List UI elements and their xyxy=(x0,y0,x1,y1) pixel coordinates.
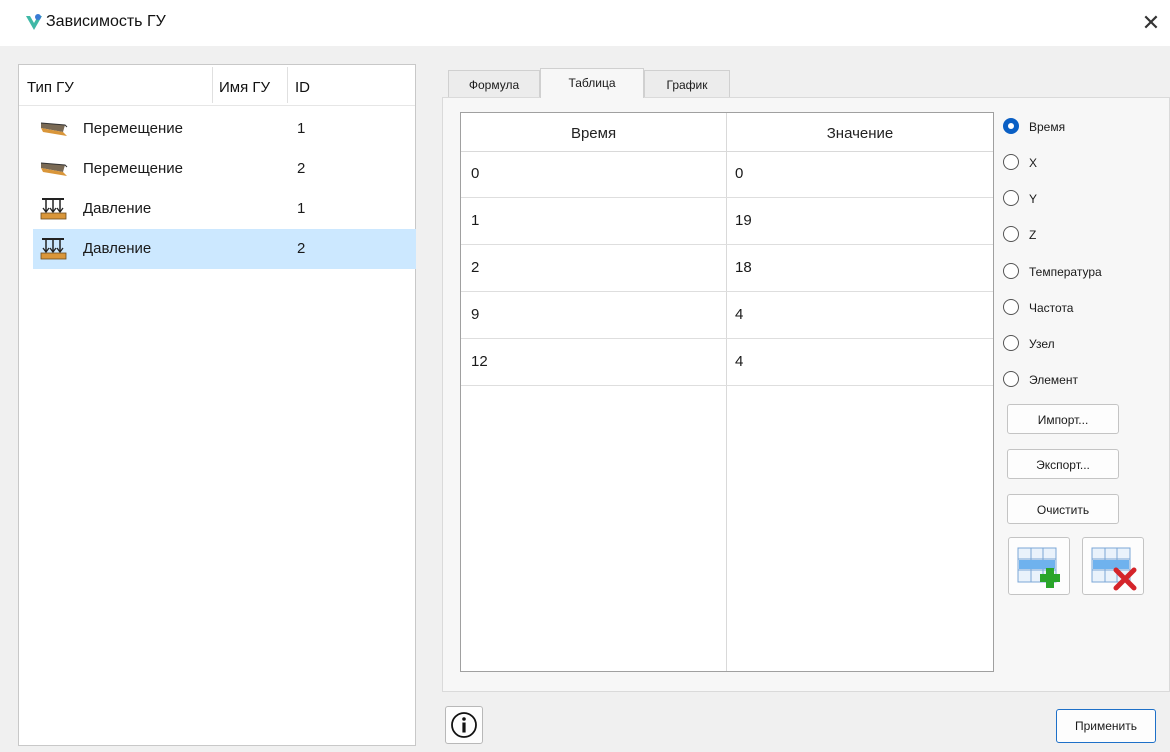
table-row[interactable]: 9 4 xyxy=(461,292,993,339)
column-divider xyxy=(212,67,213,103)
displacement-icon xyxy=(40,122,68,136)
apply-label: Применить xyxy=(1074,719,1137,733)
info-button[interactable] xyxy=(445,706,483,744)
list-item-type: Давление xyxy=(83,200,152,217)
clear-button[interactable]: Очистить xyxy=(1007,494,1119,524)
app-logo-icon xyxy=(26,14,42,30)
table-cell-time[interactable]: 0 xyxy=(471,151,479,197)
column-header-name[interactable]: Имя ГУ xyxy=(219,65,270,105)
list-item[interactable]: Перемещение 1 xyxy=(33,109,416,149)
radio-indicator xyxy=(1003,335,1019,351)
displacement-icon xyxy=(40,162,68,176)
export-button[interactable]: Экспорт... xyxy=(1007,449,1119,479)
list-item[interactable]: Давление 1 xyxy=(33,189,416,229)
column-header-id[interactable]: ID xyxy=(295,65,310,105)
table-header-value[interactable]: Значение xyxy=(727,113,993,151)
radio-indicator xyxy=(1003,226,1019,242)
table-header-time[interactable]: Время xyxy=(461,113,726,151)
table-cell-time[interactable]: 1 xyxy=(471,198,479,244)
tab-label: Формула xyxy=(468,78,520,92)
table-cell-time[interactable]: 2 xyxy=(471,245,479,291)
table-cell-value[interactable]: 18 xyxy=(735,245,752,291)
table-cell-value[interactable]: 19 xyxy=(735,198,752,244)
tab-label: График xyxy=(666,78,708,92)
window-title: Зависимость ГУ xyxy=(46,13,166,30)
column-divider xyxy=(287,67,288,103)
table-cell-value[interactable]: 4 xyxy=(735,292,743,338)
table-cell-value[interactable]: 0 xyxy=(735,151,743,197)
pressure-icon xyxy=(40,198,67,220)
table-row[interactable]: 2 18 xyxy=(461,245,993,292)
list-item-type: Перемещение xyxy=(83,160,183,177)
list-item-id: 1 xyxy=(297,120,306,137)
close-button[interactable]: ✕ xyxy=(1134,6,1168,40)
boundary-condition-list: Тип ГУ Имя ГУ ID Перемещение 1 Перемещен… xyxy=(18,64,416,746)
table-cell-value[interactable]: 4 xyxy=(735,339,743,385)
radio-label: Температура xyxy=(1029,265,1102,279)
apply-button[interactable]: Применить xyxy=(1056,709,1156,743)
radio-indicator xyxy=(1003,118,1019,134)
delete-row-icon xyxy=(1091,547,1137,591)
add-row-button[interactable] xyxy=(1008,537,1070,595)
export-label: Экспорт... xyxy=(1036,458,1090,472)
radio-label: Время xyxy=(1029,120,1066,134)
table-row[interactable]: 12 4 xyxy=(461,339,993,386)
radio-indicator xyxy=(1003,190,1019,206)
table-cell-time[interactable]: 9 xyxy=(471,292,479,338)
radio-indicator xyxy=(1003,263,1019,279)
dependency-table[interactable]: Время Значение 0 0 1 19 2 18 9 4 12 4 xyxy=(460,112,994,672)
delete-row-button[interactable] xyxy=(1082,537,1144,595)
radio-indicator xyxy=(1003,371,1019,387)
tab-chart[interactable]: График xyxy=(644,70,730,98)
clear-label: Очистить xyxy=(1036,503,1090,517)
tab-label: Таблица xyxy=(568,76,616,90)
radio-label: X xyxy=(1029,156,1038,170)
add-row-icon xyxy=(1017,547,1060,588)
info-icon xyxy=(451,712,477,738)
tab-formula[interactable]: Формула xyxy=(448,70,540,98)
close-icon: ✕ xyxy=(1141,10,1161,35)
table-cell-time[interactable]: 12 xyxy=(471,339,488,385)
table-row[interactable]: 1 19 xyxy=(461,198,993,245)
title-bar: Зависимость ГУ ✕ xyxy=(0,0,1170,46)
list-item-id: 1 xyxy=(297,200,306,217)
list-item-type: Перемещение xyxy=(83,120,183,137)
radio-label: Узел xyxy=(1029,337,1055,351)
radio-label: Y xyxy=(1029,192,1038,206)
radio-label: Z xyxy=(1029,228,1037,242)
radio-indicator xyxy=(1003,299,1019,315)
table-header: Время Значение xyxy=(461,113,993,152)
import-label: Импорт... xyxy=(1037,413,1089,427)
list-header: Тип ГУ Имя ГУ ID xyxy=(19,65,415,106)
table-row[interactable]: 0 0 xyxy=(461,151,993,198)
radio-label: Частота xyxy=(1029,301,1074,315)
list-item[interactable]: Перемещение 2 xyxy=(33,149,416,189)
list-item-type: Давление xyxy=(83,240,152,257)
list-item-id: 2 xyxy=(297,240,306,257)
pressure-icon xyxy=(40,238,67,260)
column-header-type[interactable]: Тип ГУ xyxy=(27,65,74,105)
list-item-selected[interactable]: Давление 2 xyxy=(33,229,416,269)
radio-indicator xyxy=(1003,154,1019,170)
radio-label: Элемент xyxy=(1029,373,1078,387)
tab-table[interactable]: Таблица xyxy=(540,68,644,98)
list-item-id: 2 xyxy=(297,160,306,177)
import-button[interactable]: Импорт... xyxy=(1007,404,1119,434)
